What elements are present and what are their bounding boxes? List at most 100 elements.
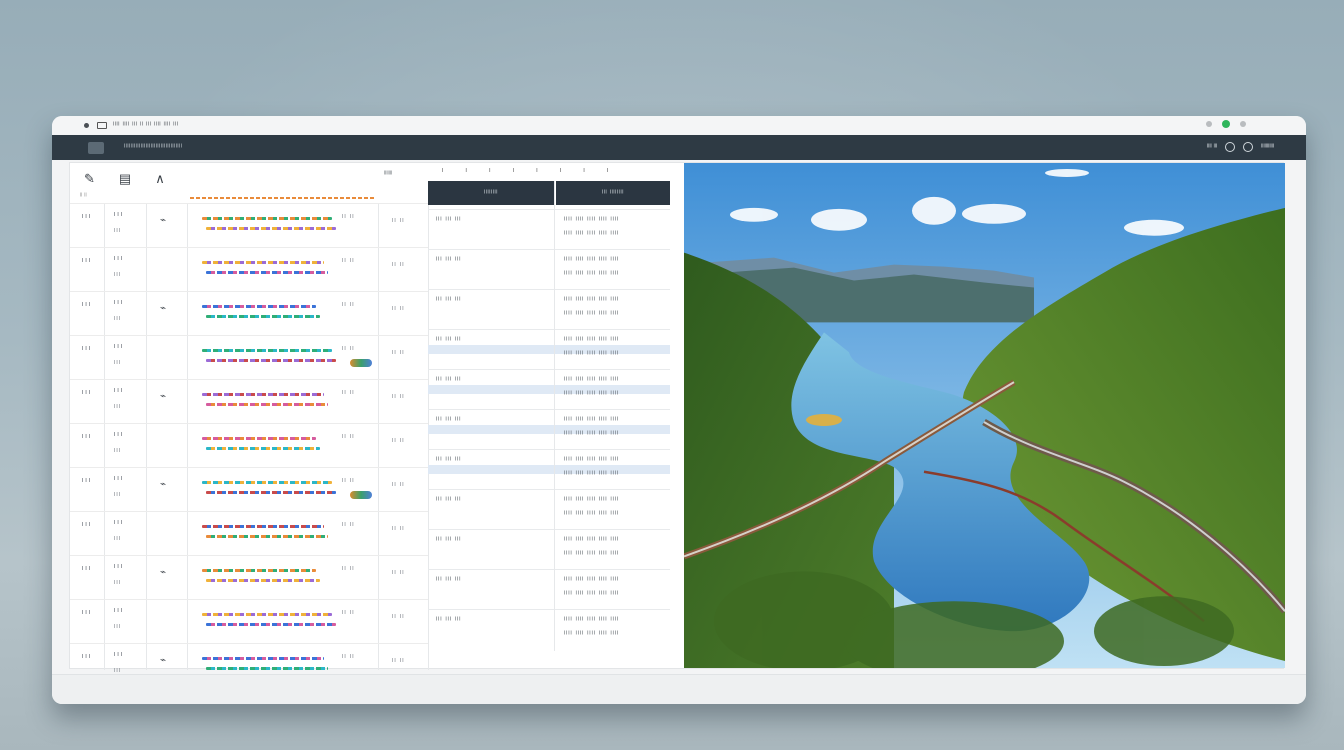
row-metric: ᴵᴵ ᴵᴵ bbox=[392, 657, 405, 666]
data-bar bbox=[206, 623, 336, 626]
detail-cell-sub: ᴵᴵᴵᴵ ᴵᴵᴵᴵ ᴵᴵᴵᴵ ᴵᴵᴵᴵ ᴵᴵᴵᴵ bbox=[564, 471, 620, 478]
detail-header-2[interactable]: ᴵᴵᴵ ᴵᴵᴵᴵᴵᴵᴵᴵ bbox=[556, 181, 670, 205]
row-type-icon[interactable]: ⌁ bbox=[160, 303, 166, 314]
close-button[interactable] bbox=[1240, 121, 1246, 127]
data-bar bbox=[206, 579, 320, 582]
row-metric: ᴵᴵ ᴵᴵ bbox=[392, 481, 405, 490]
row-highlight bbox=[428, 425, 670, 434]
row-subcode: ᴵᴵᴵ bbox=[114, 579, 122, 588]
data-bar bbox=[206, 491, 336, 494]
image-icon[interactable]: ▤ bbox=[119, 171, 131, 187]
detail-row[interactable] bbox=[428, 529, 670, 569]
detail-cell-long: ᴵᴵᴵᴵ ᴵᴵᴵᴵ ᴵᴵᴵᴵ ᴵᴵᴵᴵ ᴵᴵᴵᴵ bbox=[564, 457, 620, 464]
minimize-button[interactable] bbox=[1206, 121, 1212, 127]
row-index: ᴵᴵᴵ bbox=[82, 521, 93, 530]
row-divider bbox=[70, 555, 428, 556]
island bbox=[806, 414, 842, 426]
header-tags: ᴵᴵ ᴵᴵ bbox=[80, 193, 87, 200]
detail-cell-sub: ᴵᴵᴵᴵ ᴵᴵᴵᴵ ᴵᴵᴵᴵ ᴵᴵᴵᴵ ᴵᴵᴵᴵ bbox=[564, 631, 620, 638]
detail-divider bbox=[554, 181, 555, 651]
data-bar bbox=[206, 403, 328, 406]
detail-cell-long: ᴵᴵᴵᴵ ᴵᴵᴵᴵ ᴵᴵᴵᴵ ᴵᴵᴵᴵ ᴵᴵᴵᴵ bbox=[564, 617, 620, 624]
detail-row[interactable] bbox=[428, 609, 670, 649]
row-highlight bbox=[428, 345, 670, 354]
detail-row[interactable] bbox=[428, 209, 670, 249]
detail-cell: ᴵᴵᴵ ᴵᴵᴵ ᴵᴵᴵ bbox=[436, 337, 462, 344]
row-value: ᴵᴵ ᴵᴵ bbox=[342, 609, 355, 618]
detail-table: ᴵᴵᴵᴵᴵᴵᴵᴵ ᴵᴵᴵ ᴵᴵᴵᴵᴵᴵᴵᴵ ᴵᴵᴵ ᴵᴵᴵ ᴵᴵᴵ ᴵᴵᴵᴵ ᴵᴵ… bbox=[428, 181, 670, 651]
row-code: ᴵᴵᴵ bbox=[114, 519, 125, 528]
data-bar bbox=[202, 305, 316, 308]
detail-cell-long: ᴵᴵᴵᴵ ᴵᴵᴵᴵ ᴵᴵᴵᴵ ᴵᴵᴵᴵ ᴵᴵᴵᴵ bbox=[564, 377, 620, 384]
row-code: ᴵᴵᴵ bbox=[114, 431, 125, 440]
header-action-label-2[interactable]: ᴵᴵᴵᴵᴵᴵᴵᴵᴵᴵᴵ bbox=[1261, 144, 1274, 151]
row-metric: ᴵᴵ ᴵᴵ bbox=[392, 305, 405, 314]
detail-row[interactable] bbox=[428, 569, 670, 609]
detail-cell-long: ᴵᴵᴵᴵ ᴵᴵᴵᴵ ᴵᴵᴵᴵ ᴵᴵᴵᴵ ᴵᴵᴵᴵ bbox=[564, 337, 620, 344]
row-divider bbox=[70, 247, 428, 248]
title-bar: ᴵᴵᴵᴵ ᴵᴵᴵᴵ ᴵᴵᴵ ᴵᴵ ᴵᴵᴵ ᴵᴵᴵᴵ ᴵᴵᴵᴵ ᴵᴵᴵ bbox=[52, 116, 1306, 134]
detail-cell: ᴵᴵᴵ ᴵᴵᴵ ᴵᴵᴵ bbox=[436, 497, 462, 504]
row-index: ᴵᴵᴵ bbox=[82, 565, 93, 574]
row-type-icon[interactable]: ⌁ bbox=[160, 391, 166, 402]
row-type-icon[interactable]: ⌁ bbox=[160, 567, 166, 578]
row-type-icon[interactable]: ⌁ bbox=[160, 479, 166, 490]
row-index: ᴵᴵᴵ bbox=[82, 389, 93, 398]
row-divider bbox=[70, 423, 428, 424]
row-code: ᴵᴵᴵ bbox=[114, 607, 125, 616]
app-window: ᴵᴵᴵᴵ ᴵᴵᴵᴵ ᴵᴵᴵ ᴵᴵ ᴵᴵᴵ ᴵᴵᴵᴵ ᴵᴵᴵᴵ ᴵᴵᴵ ᴵᴵᴵᴵᴵ… bbox=[52, 116, 1306, 704]
row-index: ᴵᴵᴵ bbox=[82, 433, 93, 442]
row-subcode: ᴵᴵᴵ bbox=[114, 403, 122, 412]
row-subcode: ᴵᴵᴵ bbox=[114, 315, 122, 324]
row-index: ᴵᴵᴵ bbox=[82, 345, 93, 354]
detail-row[interactable] bbox=[428, 249, 670, 289]
row-index: ᴵᴵᴵ bbox=[82, 477, 93, 486]
row-type-icon[interactable]: ⌁ bbox=[160, 655, 166, 666]
row-index: ᴵᴵᴵ bbox=[82, 609, 93, 618]
row-divider bbox=[70, 335, 428, 336]
row-subcode: ᴵᴵᴵ bbox=[114, 623, 122, 632]
detail-cell-sub: ᴵᴵᴵᴵ ᴵᴵᴵᴵ ᴵᴵᴵᴵ ᴵᴵᴵᴵ ᴵᴵᴵᴵ bbox=[564, 271, 620, 278]
data-bar bbox=[202, 569, 316, 572]
row-subcode: ᴵᴵᴵ bbox=[114, 535, 122, 544]
row-value: ᴵᴵ ᴵᴵ bbox=[342, 521, 355, 530]
menu-icon[interactable] bbox=[97, 121, 107, 129]
detail-header-1[interactable]: ᴵᴵᴵᴵᴵᴵᴵᴵ bbox=[428, 181, 554, 205]
detail-cell-sub: ᴵᴵᴵᴵ ᴵᴵᴵᴵ ᴵᴵᴵᴵ ᴵᴵᴵᴵ ᴵᴵᴵᴵ bbox=[564, 591, 620, 598]
row-metric: ᴵᴵ ᴵᴵ bbox=[392, 613, 405, 622]
data-bar bbox=[206, 447, 320, 450]
app-title: ᴵᴵᴵᴵᴵᴵᴵᴵᴵᴵᴵᴵᴵᴵᴵᴵᴵᴵᴵᴵᴵᴵᴵᴵᴵᴵᴵᴵᴵᴵᴵᴵᴵᴵᴵ bbox=[124, 144, 183, 151]
data-bar bbox=[206, 359, 336, 362]
window-footer bbox=[52, 674, 1306, 704]
search-icon[interactable] bbox=[1225, 142, 1236, 152]
detail-cell: ᴵᴵᴵ ᴵᴵᴵ ᴵᴵᴵ bbox=[436, 297, 462, 304]
row-subcode: ᴵᴵᴵ bbox=[114, 447, 122, 456]
detail-cell-sub: ᴵᴵᴵᴵ ᴵᴵᴵᴵ ᴵᴵᴵᴵ ᴵᴵᴵᴵ ᴵᴵᴵᴵ bbox=[564, 311, 620, 318]
row-code: ᴵᴵᴵ bbox=[114, 343, 125, 352]
row-metric: ᴵᴵ ᴵᴵ bbox=[392, 525, 405, 534]
detail-row[interactable] bbox=[428, 489, 670, 529]
detail-cell: ᴵᴵᴵ ᴵᴵᴵ ᴵᴵᴵ bbox=[436, 457, 462, 464]
row-subcode: ᴵᴵᴵ bbox=[114, 227, 122, 236]
row-highlight bbox=[428, 465, 670, 474]
pen-icon[interactable]: ✎ bbox=[84, 171, 95, 187]
row-subcode: ᴵᴵᴵ bbox=[114, 359, 122, 368]
chart-icon[interactable]: ∧ bbox=[155, 171, 165, 187]
row-value: ᴵᴵ ᴵᴵ bbox=[342, 389, 355, 398]
data-pane: ✎ ▤ ∧ ᴵᴵᴵᴵᴵᴵᴵ ᴵ ᴵ ᴵ ᴵ ᴵ ᴵ ᴵ ᴵ ᴵᴵ ᴵᴵ ᴵᴵᴵ ᴵ… bbox=[70, 163, 684, 676]
header-divider bbox=[190, 197, 376, 199]
row-metric: ᴵᴵ ᴵᴵ bbox=[392, 569, 405, 578]
column-labels: ᴵ ᴵ ᴵ ᴵ ᴵ ᴵ ᴵ ᴵ bbox=[442, 167, 619, 176]
detail-cell: ᴵᴵᴵ ᴵᴵᴵ ᴵᴵᴵ bbox=[436, 617, 462, 624]
row-metric: ᴵᴵ ᴵᴵ bbox=[392, 437, 405, 446]
detail-row[interactable] bbox=[428, 289, 670, 329]
maximize-button[interactable] bbox=[1222, 120, 1230, 128]
detail-cell-sub: ᴵᴵᴵᴵ ᴵᴵᴵᴵ ᴵᴵᴵᴵ ᴵᴵᴵᴵ ᴵᴵᴵᴵ bbox=[564, 351, 620, 358]
row-type-icon[interactable]: ⌁ bbox=[160, 215, 166, 226]
user-icon[interactable] bbox=[1243, 142, 1254, 152]
row-divider bbox=[70, 599, 428, 600]
row-index: ᴵᴵᴵ bbox=[82, 257, 93, 266]
data-bar bbox=[206, 535, 328, 538]
detail-cell-long: ᴵᴵᴵᴵ ᴵᴵᴵᴵ ᴵᴵᴵᴵ ᴵᴵᴵᴵ ᴵᴵᴵᴵ bbox=[564, 497, 620, 504]
header-action-label[interactable]: ᴵᴵᴵᴵ ᴵᴵᴵ bbox=[1207, 144, 1217, 151]
